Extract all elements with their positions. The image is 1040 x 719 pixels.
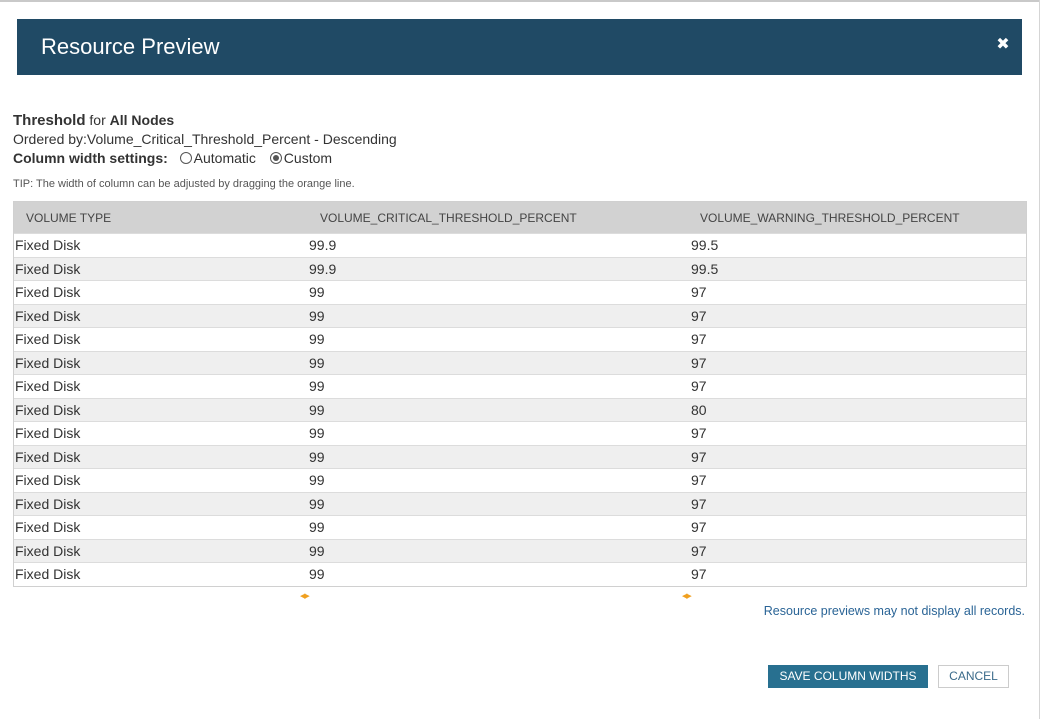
- table-cell: Fixed Disk: [15, 237, 81, 253]
- table-cell: 99: [309, 401, 325, 418]
- table-cell: 99: [309, 519, 325, 535]
- table-row: Fixed Disk 99 97: [14, 350, 1026, 374]
- preview-table: VOLUME TYPE VOLUME_CRITICAL_THRESHOLD_PE…: [13, 201, 1027, 587]
- table-cell: 97: [691, 331, 707, 347]
- table-cell: Fixed Disk: [15, 566, 81, 582]
- tip-text: TIP: The width of column can be adjusted…: [13, 178, 355, 190]
- table-row: Fixed Disk 99 97: [14, 444, 1026, 468]
- table-cell: Fixed Disk: [15, 378, 81, 394]
- table-cell: 99: [309, 472, 325, 488]
- table-cell: 80: [691, 401, 707, 418]
- table-cell: Fixed Disk: [15, 284, 81, 300]
- table-cell: 99: [309, 284, 325, 300]
- table-cell: Fixed Disk: [15, 331, 81, 347]
- top-border: [0, 0, 1040, 2]
- table-cell: 97: [691, 354, 707, 371]
- table-cell: Fixed Disk: [15, 354, 81, 371]
- table-cell: 97: [691, 307, 707, 324]
- table-cell: 97: [691, 284, 707, 300]
- table-cell: Fixed Disk: [15, 542, 81, 559]
- table-cell: 99.9: [309, 237, 337, 253]
- radio-automatic-label[interactable]: Automatic: [194, 150, 256, 166]
- table-cell: 97: [691, 519, 707, 535]
- table-cell: Fixed Disk: [15, 307, 81, 324]
- table-cell: Fixed Disk: [15, 472, 81, 488]
- table-cell: 99.5: [691, 260, 719, 277]
- save-column-widths-button[interactable]: SAVE COLUMN WIDTHS: [768, 665, 928, 688]
- table-row: Fixed Disk 99.9 99.5: [14, 233, 1026, 257]
- table-row: Fixed Disk 99 97: [14, 515, 1026, 539]
- table-cell: 97: [691, 566, 707, 582]
- cancel-button[interactable]: CANCEL: [938, 665, 1009, 688]
- table-cell: 97: [691, 448, 707, 465]
- dialog-header: Resource Preview ✖: [17, 19, 1022, 75]
- scope-label: All Nodes: [109, 112, 175, 128]
- table-row: Fixed Disk 99 97: [14, 303, 1026, 327]
- column-width-label: Column width settings:: [13, 150, 168, 166]
- table-row: Fixed Disk 99 97: [14, 421, 1026, 445]
- table-cell: 97: [691, 425, 707, 441]
- report-info: Threshold for All Nodes Ordered by:Volum…: [13, 111, 397, 168]
- table-row: Fixed Disk 99.9 99.5: [14, 256, 1026, 280]
- table-row: Fixed Disk 99 97: [14, 374, 1026, 398]
- table-cell: 97: [691, 542, 707, 559]
- table-cell: 99.9: [309, 260, 337, 277]
- radio-custom[interactable]: [269, 152, 282, 164]
- table-cell: 99: [309, 354, 325, 371]
- table-cell: Fixed Disk: [15, 260, 81, 277]
- column-resize-handle[interactable]: ◀▶: [300, 592, 310, 600]
- table-body: Fixed Disk 99.9 99.5 Fixed Disk 99.9 99.5 Fixe…: [14, 233, 1026, 586]
- column-header-critical-threshold: VOLUME_CRITICAL_THRESHOLD_PERCENT: [320, 211, 577, 225]
- table-cell: 99: [309, 542, 325, 559]
- table-row: Fixed Disk 99 97: [14, 327, 1026, 351]
- table-row: Fixed Disk 99 97: [14, 468, 1026, 492]
- table-cell: 97: [691, 472, 707, 488]
- table-cell: 99: [309, 331, 325, 347]
- for-text: for: [89, 112, 106, 128]
- table-cell: 97: [691, 495, 707, 512]
- table-cell: 99: [309, 307, 325, 324]
- table-cell: 99.5: [691, 237, 719, 253]
- table-cell: 97: [691, 378, 707, 394]
- table-cell: 99: [309, 425, 325, 441]
- column-header-volume-type: VOLUME TYPE: [26, 211, 112, 225]
- table-row: Fixed Disk 99 97: [14, 491, 1026, 515]
- table-cell: Fixed Disk: [15, 495, 81, 512]
- preview-note: Resource previews may not display all re…: [763, 604, 1025, 618]
- table-header: VOLUME TYPE VOLUME_CRITICAL_THRESHOLD_PE…: [14, 202, 1026, 233]
- table-cell: Fixed Disk: [15, 425, 81, 441]
- table-row: Fixed Disk 99 97: [14, 538, 1026, 562]
- table-cell: 99: [309, 566, 325, 582]
- table-cell: Fixed Disk: [15, 401, 81, 418]
- table-cell: 99: [309, 495, 325, 512]
- close-icon[interactable]: ✖: [996, 37, 1010, 53]
- column-resize-handle[interactable]: ◀▶: [682, 592, 692, 600]
- table-row: Fixed Disk 99 97: [14, 280, 1026, 304]
- ordered-by: Ordered by:Volume_Critical_Threshold_Per…: [13, 131, 397, 147]
- table-row: Fixed Disk 99 97: [14, 562, 1026, 586]
- column-header-warning-threshold: VOLUME_WARNING_THRESHOLD_PERCENT: [700, 211, 960, 225]
- threshold-label: Threshold: [13, 112, 86, 129]
- table-cell: 99: [309, 378, 325, 394]
- radio-custom-label[interactable]: Custom: [284, 150, 332, 166]
- radio-automatic[interactable]: [179, 152, 192, 164]
- table-row: Fixed Disk 99 80: [14, 397, 1026, 421]
- table-cell: Fixed Disk: [15, 448, 81, 465]
- dialog-title: Resource Preview: [41, 34, 220, 59]
- table-cell: Fixed Disk: [15, 519, 81, 535]
- table-cell: 99: [309, 448, 325, 465]
